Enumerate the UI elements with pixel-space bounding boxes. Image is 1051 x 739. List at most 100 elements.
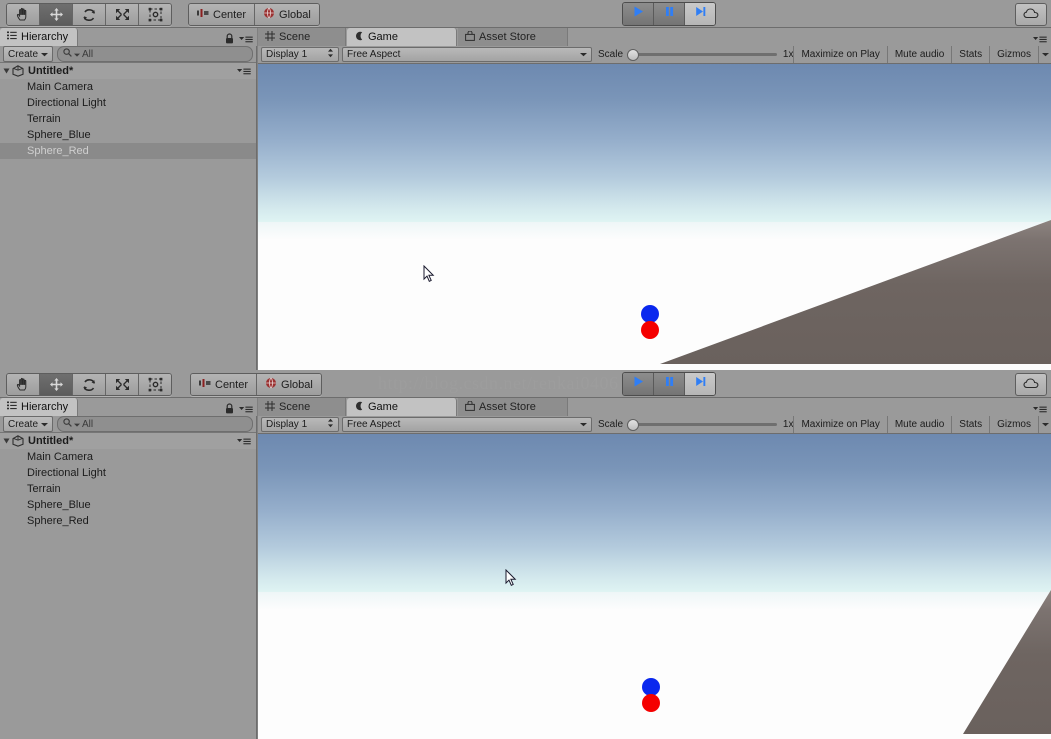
hierarchy-body-bottom: Create All Untitled* Main Camera Directi… — [0, 416, 257, 739]
stats-label: Stats — [959, 49, 983, 60]
game-viewport-bottom[interactable] — [258, 434, 1051, 739]
chevron-down-icon — [41, 49, 49, 60]
tab-asset-store[interactable]: Asset Store — [458, 28, 568, 46]
search-placeholder: All — [82, 418, 94, 430]
scale-slider-knob[interactable] — [627, 419, 640, 431]
pivot-mode-button[interactable]: Center — [189, 4, 256, 25]
chevron-down-icon — [41, 419, 49, 430]
space-mode-button[interactable]: Global — [255, 4, 319, 25]
store-icon — [465, 400, 475, 414]
mute-label: Mute audio — [894, 419, 945, 430]
pause-button[interactable] — [654, 373, 685, 395]
scale-tool-button[interactable] — [106, 374, 139, 395]
sphere-red — [641, 321, 659, 339]
display-dropdown[interactable]: Display 1 — [261, 47, 339, 62]
rect-transform-tool-button[interactable] — [139, 4, 171, 25]
gizmos-button[interactable]: Gizmos — [989, 416, 1038, 433]
scale-slider[interactable] — [627, 419, 777, 431]
scale-slider-knob[interactable] — [627, 49, 640, 61]
move-tool-button[interactable] — [40, 4, 73, 25]
pivot-mode-button[interactable]: Center — [191, 374, 258, 395]
list-item[interactable]: Sphere_Blue — [0, 497, 256, 513]
terrain-ground — [258, 592, 1051, 739]
tab-scene-label: Scene — [279, 401, 311, 413]
gizmos-dropdown-arrow[interactable] — [1038, 416, 1051, 433]
scene-name-label: Untitled* — [28, 65, 74, 77]
expand-triangle-icon[interactable] — [3, 438, 10, 444]
tab-scene[interactable]: Scene — [258, 398, 346, 416]
rotate-tool-button[interactable] — [73, 374, 106, 395]
play-icon — [632, 5, 645, 23]
maximize-label: Maximize on Play — [801, 49, 880, 60]
scale-slider-group: Scale 1x — [598, 419, 793, 431]
tab-game[interactable]: Game — [347, 398, 457, 416]
gamepad-icon — [354, 401, 364, 414]
create-button[interactable]: Create — [3, 46, 54, 62]
cloud-services-button[interactable] — [1015, 373, 1047, 396]
mute-audio-button[interactable]: Mute audio — [886, 416, 952, 433]
maximize-on-play-button[interactable]: Maximize on Play — [793, 46, 887, 63]
list-item[interactable]: Sphere_Red — [0, 513, 256, 529]
step-button[interactable] — [685, 373, 715, 395]
step-button[interactable] — [685, 3, 715, 25]
aspect-label: Free Aspect — [347, 49, 401, 60]
hierarchy-item-label: Sphere_Red — [27, 145, 89, 157]
list-item[interactable]: Directional Light — [0, 95, 256, 111]
rect-transform-tool-button[interactable] — [139, 374, 171, 395]
tab-scene[interactable]: Scene — [258, 28, 346, 46]
list-item[interactable]: Sphere_Blue — [0, 127, 256, 143]
gizmos-button[interactable]: Gizmos — [989, 46, 1038, 63]
play-button[interactable] — [623, 3, 654, 25]
hand-tool-button[interactable] — [7, 374, 40, 395]
rotate-tool-button[interactable] — [73, 4, 106, 25]
gizmos-dropdown-arrow[interactable] — [1038, 46, 1051, 63]
space-label: Global — [279, 8, 311, 21]
list-item[interactable]: Main Camera — [0, 79, 256, 95]
tab-asset-store[interactable]: Asset Store — [458, 398, 568, 416]
scale-tool-button[interactable] — [106, 4, 139, 25]
space-mode-button[interactable]: Global — [257, 374, 321, 395]
sky-gradient — [258, 434, 1051, 592]
scale-slider[interactable] — [627, 49, 777, 61]
mute-audio-button[interactable]: Mute audio — [886, 46, 952, 63]
hierarchy-item-label: Sphere_Red — [27, 515, 89, 527]
unity-logo-icon — [12, 435, 24, 447]
tab-hierarchy[interactable]: Hierarchy — [0, 28, 79, 46]
scene-root-row[interactable]: Untitled* — [0, 433, 256, 449]
tab-game[interactable]: Game — [347, 28, 457, 46]
expand-triangle-icon[interactable] — [3, 68, 10, 74]
pause-button[interactable] — [654, 3, 685, 25]
mute-label: Mute audio — [894, 49, 945, 60]
game-viewport-top[interactable] — [258, 64, 1051, 370]
scene-menu-icon[interactable] — [237, 437, 251, 449]
search-input[interactable]: All — [57, 46, 253, 62]
play-button[interactable] — [623, 373, 654, 395]
scene-root-row[interactable]: Untitled* — [0, 63, 256, 79]
move-tool-button[interactable] — [40, 374, 73, 395]
hierarchy-toolbar-bottom: Create All — [0, 416, 256, 433]
space-label: Global — [281, 378, 313, 391]
search-input[interactable]: All — [57, 416, 253, 432]
display-dropdown[interactable]: Display 1 — [261, 417, 339, 432]
create-button[interactable]: Create — [3, 416, 54, 432]
scene-menu-icon[interactable] — [237, 67, 251, 79]
scale-label: Scale — [598, 49, 624, 60]
aspect-dropdown[interactable]: Free Aspect — [342, 417, 592, 432]
list-item[interactable]: Terrain — [0, 481, 256, 497]
cloud-services-button[interactable] — [1015, 3, 1047, 26]
view-tabbar-bottom: Scene Game Asset Store — [258, 398, 1051, 417]
game-toolbar-right: Maximize on Play Mute audio Stats Gizmos — [793, 46, 1051, 63]
list-item[interactable]: Terrain — [0, 111, 256, 127]
maximize-on-play-button[interactable]: Maximize on Play — [793, 416, 887, 433]
stats-button[interactable]: Stats — [951, 46, 990, 63]
stats-button[interactable]: Stats — [951, 416, 990, 433]
hand-tool-button[interactable] — [7, 4, 40, 25]
maximize-label: Maximize on Play — [801, 419, 880, 430]
aspect-dropdown[interactable]: Free Aspect — [342, 47, 592, 62]
playback-controls-bottom — [622, 372, 716, 396]
list-item[interactable]: Directional Light — [0, 465, 256, 481]
watermark-text: http://blog.csdn.net/renkai0406 — [378, 373, 619, 393]
tab-hierarchy[interactable]: Hierarchy — [0, 398, 79, 416]
list-item[interactable]: Main Camera — [0, 449, 256, 465]
list-item-selected[interactable]: Sphere_Red — [0, 143, 256, 159]
